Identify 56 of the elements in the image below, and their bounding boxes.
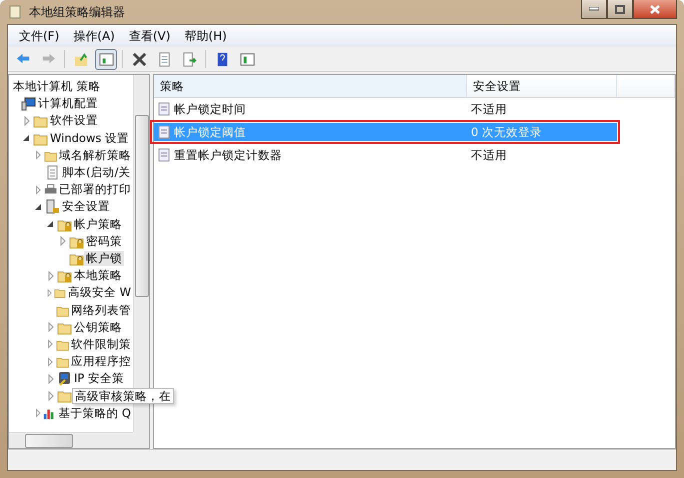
setting-cell-text: 不适用 <box>470 100 508 118</box>
maximize-icon <box>615 4 625 14</box>
tree-item[interactable]: 本地策略 <box>72 268 124 284</box>
tree-item[interactable]: 应用程序控 <box>69 354 133 370</box>
policy-cell[interactable]: 重置帐户锁定计数器 <box>154 146 467 164</box>
close-icon <box>650 4 660 14</box>
expand-arrow-icon[interactable] <box>33 408 44 418</box>
tree-item[interactable]: 软件设置 <box>48 113 100 128</box>
tree-item[interactable]: 域名解析策略 <box>57 148 133 163</box>
menu-item[interactable]: 查看(V) <box>122 28 178 44</box>
tree-item[interactable]: 帐户策略 <box>72 216 124 232</box>
pane-icon <box>238 50 256 68</box>
tree-item[interactable]: 安全设置 <box>60 199 112 214</box>
folder-up-icon <box>72 50 90 68</box>
tree-root[interactable]: 本地计算机 策略 <box>11 79 103 94</box>
vertical-scrollbar[interactable] <box>133 75 149 432</box>
tree-item[interactable]: 高级安全 W <box>66 285 133 300</box>
column-header[interactable]: 策略 <box>154 75 467 97</box>
policy-icon <box>158 148 171 162</box>
minimize-button[interactable] <box>581 0 607 19</box>
expand-arrow-icon[interactable] <box>45 288 54 298</box>
column-header[interactable]: 安全设置 <box>467 75 617 97</box>
window-title: 本地组策略编辑器 <box>29 4 125 20</box>
policy-icon <box>158 125 171 139</box>
tree-item[interactable]: 密码策 <box>84 234 124 249</box>
item-tooltip: 高级审核策略，在 <box>72 388 174 404</box>
scroll-icon <box>7 4 23 20</box>
maximize-button[interactable] <box>607 0 633 19</box>
computer-icon <box>21 96 36 112</box>
policy-cell[interactable]: 帐户锁定时间 <box>154 100 467 118</box>
tree-item[interactable]: 公钥策略 <box>72 320 124 335</box>
delete-icon <box>130 50 148 68</box>
pane-icon <box>98 50 114 68</box>
tree-item[interactable]: 网络列表管 <box>69 302 133 318</box>
tree-item[interactable]: 已部署的打印 <box>57 182 133 198</box>
horizontal-scrollbar[interactable] <box>9 432 133 448</box>
tree-item[interactable]: IP 安全策 <box>72 371 126 386</box>
setting-cell-text: 不适用 <box>470 146 508 164</box>
tree-item[interactable]: Windows 设置 <box>48 130 131 146</box>
setting-cell: 0 次无效登录 <box>467 123 617 141</box>
menu-item[interactable]: 文件(F) <box>12 28 66 44</box>
menu-item[interactable]: 操作(A) <box>66 28 122 44</box>
menu-item[interactable]: 帮助(H) <box>177 28 234 44</box>
tree-item[interactable]: 软件限制策 <box>69 336 133 352</box>
tree-item[interactable]: 基于策略的 Q <box>56 406 133 421</box>
tree-item[interactable]: 脚本(启动/关 <box>60 165 132 180</box>
server-lock-icon <box>45 199 60 214</box>
policy-icon <box>158 102 171 116</box>
export-icon <box>180 50 198 68</box>
monitor-key-icon <box>57 371 72 386</box>
toolbar-button[interactable] <box>95 48 117 70</box>
tree-item[interactable]: 帐户锁 <box>84 250 124 266</box>
tree-item[interactable]: 计算机配置 <box>36 96 100 112</box>
close-button[interactable] <box>633 0 677 19</box>
document-icon <box>45 165 60 180</box>
minimize-icon <box>589 7 599 11</box>
